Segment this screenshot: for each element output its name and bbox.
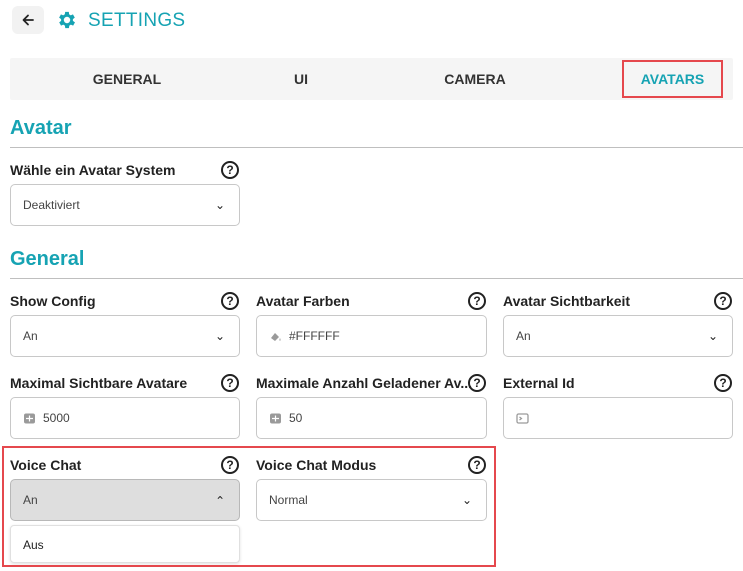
section-divider — [10, 147, 743, 148]
avatar-visibility-value: An — [516, 329, 531, 343]
max-loaded-input[interactable]: 50 — [256, 397, 487, 439]
section-divider — [10, 278, 743, 279]
external-id-label: External Id — [503, 375, 575, 391]
avatar-system-value: Deaktiviert — [23, 198, 80, 212]
show-config-select[interactable]: An ⌄ — [10, 315, 240, 357]
avatar-colors-input[interactable]: #FFFFFF — [256, 315, 487, 357]
help-icon[interactable]: ? — [221, 161, 239, 179]
tab-general[interactable]: GENERAL — [40, 58, 214, 100]
avatar-system-select[interactable]: Deaktiviert ⌄ — [10, 184, 240, 226]
tab-camera[interactable]: CAMERA — [388, 58, 562, 100]
help-icon[interactable]: ? — [714, 374, 732, 392]
header: SETTINGS — [0, 0, 743, 42]
external-id-input[interactable] — [503, 397, 733, 439]
show-config-label: Show Config — [10, 293, 96, 309]
max-visible-input[interactable]: 5000 — [10, 397, 240, 439]
voice-chat-highlight-box — [2, 446, 496, 567]
avatar-visibility-select[interactable]: An ⌄ — [503, 315, 733, 357]
back-button[interactable] — [12, 6, 44, 34]
max-loaded-value: 50 — [289, 411, 303, 425]
chevron-down-icon: ⌄ — [214, 198, 225, 212]
help-icon[interactable]: ? — [221, 374, 239, 392]
help-icon[interactable]: ? — [714, 292, 732, 310]
avatar-visibility-label: Avatar Sichtbarkeit — [503, 293, 631, 309]
max-visible-label: Maximal Sichtbare Avatare — [10, 375, 188, 391]
section-title-avatar: Avatar — [10, 117, 72, 139]
help-icon[interactable]: ? — [468, 374, 486, 392]
section-title-general: General — [10, 248, 85, 270]
show-config-value: An — [23, 329, 38, 343]
help-icon[interactable]: ? — [468, 292, 486, 310]
tab-ui[interactable]: UI — [214, 58, 388, 100]
max-loaded-label: Maximale Anzahl Geladener Av... — [256, 375, 473, 391]
page-title: SETTINGS — [88, 10, 186, 31]
avatar-system-label: Wähle ein Avatar System — [10, 162, 176, 178]
avatar-colors-value: #FFFFFF — [289, 329, 340, 343]
arrow-left-icon — [22, 14, 34, 26]
terminal-icon — [516, 412, 529, 424]
calculator-icon — [270, 413, 281, 423]
avatar-colors-label: Avatar Farben — [256, 293, 350, 309]
max-visible-value: 5000 — [43, 411, 70, 425]
calculator-icon — [24, 413, 35, 423]
tab-highlight-box — [622, 60, 723, 98]
help-icon[interactable]: ? — [221, 292, 239, 310]
chevron-down-icon: ⌄ — [214, 329, 225, 343]
chevron-down-icon: ⌄ — [707, 329, 718, 343]
paint-bucket-icon — [271, 332, 281, 341]
gear-icon — [59, 11, 75, 29]
